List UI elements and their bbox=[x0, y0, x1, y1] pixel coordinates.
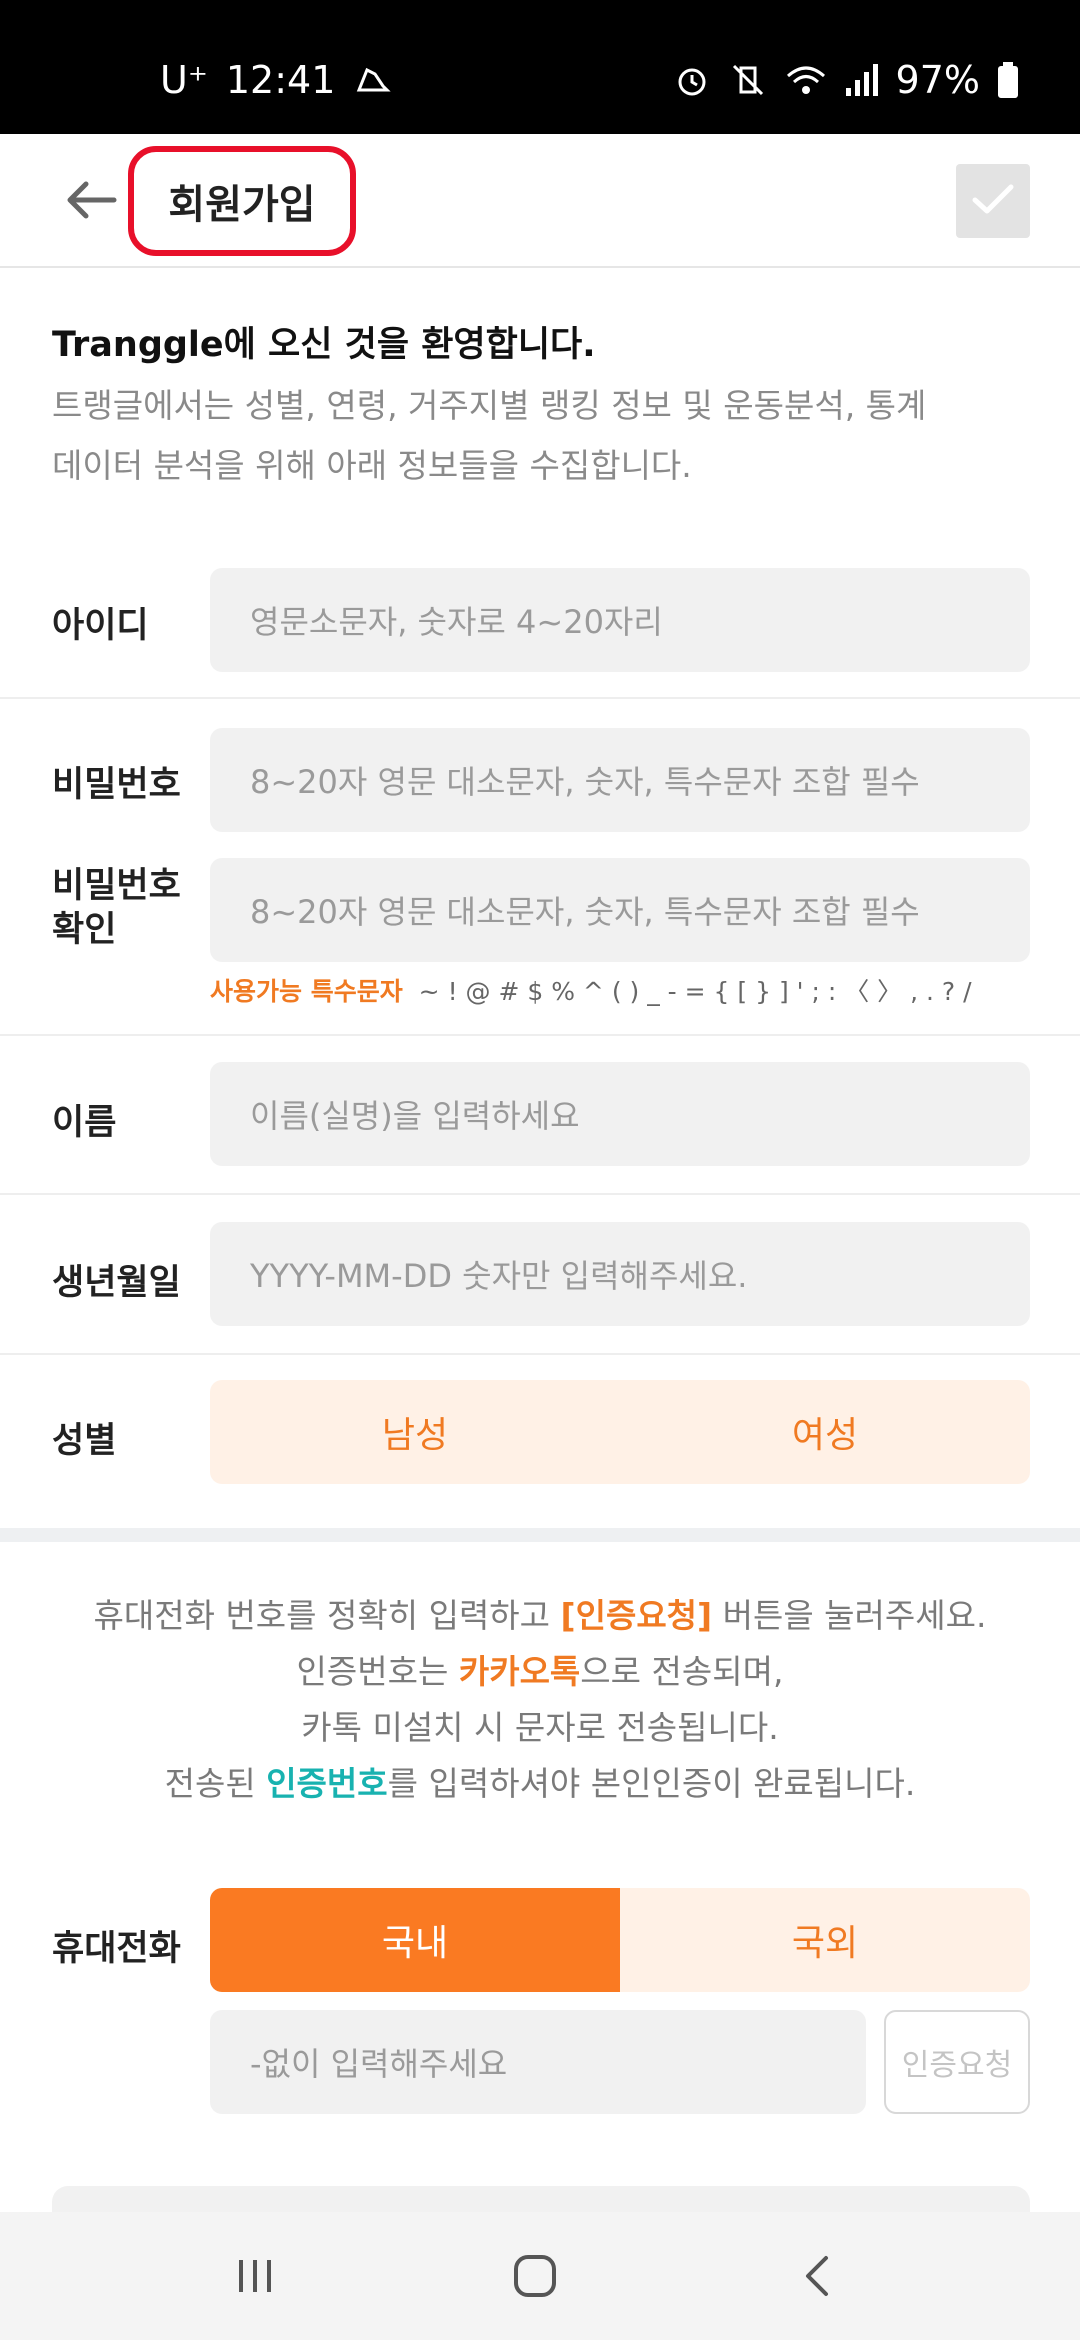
tab-domestic[interactable]: 국내 bbox=[210, 1888, 620, 1992]
intro-section: Tranggle에 오신 것을 환영합니다. 트랭글에서는 성별, 연령, 거주… bbox=[52, 322, 1042, 496]
notice-highlight: [인증요청] bbox=[560, 1596, 713, 1635]
password-confirm-label: 비밀번호 확인 bbox=[52, 864, 181, 952]
status-bar: U⁺ 12:41 97% bbox=[0, 0, 1080, 134]
password-placeholder: 8~20자 영문 대소문자, 숫자, 특수문자 조합 필수 bbox=[250, 763, 920, 801]
app-header: 회원가입 bbox=[0, 134, 1080, 268]
recent-apps-button[interactable] bbox=[210, 2238, 300, 2318]
notice-highlight: 인증번호 bbox=[266, 1764, 388, 1803]
birth-label: 생년월일 bbox=[52, 1263, 181, 1303]
special-chars-hint: 사용가능 특수문자 ~ ! @ # $ % ^ ( ) _ - = { [ } … bbox=[210, 972, 972, 1008]
status-left: U⁺ 12:41 bbox=[160, 58, 393, 102]
password-confirm-placeholder: 8~20자 영문 대소문자, 숫자, 특수문자 조합 필수 bbox=[250, 893, 920, 931]
notice-text: 버튼을 눌러주세요. bbox=[712, 1596, 987, 1635]
carrier-label: U⁺ bbox=[160, 58, 208, 102]
notice-text: 인증번호는 bbox=[296, 1652, 459, 1691]
verify-request-button[interactable]: 인증요청 bbox=[884, 2010, 1030, 2114]
password-confirm-input[interactable]: 8~20자 영문 대소문자, 숫자, 특수문자 조합 필수 bbox=[210, 858, 1030, 962]
gender-label: 성별 bbox=[52, 1421, 117, 1461]
divider bbox=[0, 1034, 1080, 1036]
divider bbox=[0, 1193, 1080, 1195]
home-icon bbox=[511, 2252, 559, 2304]
id-placeholder: 영문소문자, 숫자로 4~20자리 bbox=[250, 603, 663, 641]
home-button[interactable] bbox=[490, 2238, 580, 2318]
notice-line: 카톡 미설치 시 문자로 전송됩니다. bbox=[301, 1708, 779, 1747]
name-placeholder: 이름(실명)을 입력하세요 bbox=[250, 1097, 580, 1135]
phone-region-tabs: 국내 국외 bbox=[210, 1888, 1030, 1992]
system-back-button[interactable] bbox=[772, 2238, 862, 2318]
notice-highlight: 카카오톡 bbox=[458, 1652, 581, 1691]
page-title-highlight: 회원가입 bbox=[128, 146, 356, 256]
shoe-icon bbox=[353, 60, 393, 100]
signal-icon bbox=[844, 60, 880, 100]
gender-female-option[interactable]: 여성 bbox=[620, 1380, 1030, 1484]
vibrate-mute-icon bbox=[728, 60, 768, 100]
notice-line: 휴대전화 번호를 정확히 입력하고 [인증요청] 버튼을 눌러주세요. bbox=[0, 1588, 1080, 1644]
phone-number-input[interactable]: -없이 입력해주세요 bbox=[210, 2010, 866, 2114]
intro-description-line: 트랭글에서는 성별, 연령, 거주지별 랭킹 정보 및 운동분석, 통계 bbox=[52, 386, 927, 425]
gender-selector: 남성 여성 bbox=[210, 1380, 1030, 1484]
battery-icon bbox=[996, 60, 1020, 100]
divider bbox=[0, 697, 1080, 699]
special-chars-list: ~ ! @ # $ % ^ ( ) _ - = { [ } ] ' ; : 〈 … bbox=[418, 977, 972, 1006]
chevron-left-icon bbox=[802, 2254, 832, 2302]
special-chars-label: 사용가능 특수문자 bbox=[210, 977, 403, 1006]
notice-line: 전송된 인증번호를 입력하셔야 본인인증이 완료됩니다. bbox=[0, 1756, 1080, 1812]
arrow-left-icon bbox=[62, 178, 118, 226]
battery-percent: 97% bbox=[895, 58, 980, 102]
status-right: 97% bbox=[672, 58, 1020, 102]
verification-notice: 휴대전화 번호를 정확히 입력하고 [인증요청] 버튼을 눌러주세요. 인증번호… bbox=[0, 1588, 1080, 1812]
divider bbox=[0, 1353, 1080, 1355]
welcome-text: Tranggle에 오신 것을 환영합니다. bbox=[52, 325, 596, 365]
phone-label: 휴대전화 bbox=[52, 1929, 181, 1969]
notice-text: 휴대전화 번호를 정확히 입력하고 bbox=[93, 1596, 561, 1635]
id-label: 아이디 bbox=[52, 606, 149, 646]
check-icon bbox=[971, 182, 1015, 220]
password-confirm-label-line: 비밀번호 bbox=[52, 866, 181, 906]
intro-description: 트랭글에서는 성별, 연령, 거주지별 랭킹 정보 및 운동분석, 통계 데이터… bbox=[52, 376, 1042, 496]
wifi-icon bbox=[784, 60, 828, 100]
notice-line: 인증번호는 카카오톡으로 전송되며, bbox=[0, 1644, 1080, 1700]
confirm-button[interactable] bbox=[956, 164, 1030, 238]
section-separator bbox=[0, 1528, 1080, 1542]
back-button[interactable] bbox=[50, 164, 130, 240]
name-input[interactable]: 이름(실명)을 입력하세요 bbox=[210, 1062, 1030, 1166]
name-label: 이름 bbox=[52, 1103, 117, 1143]
tab-foreign[interactable]: 국외 bbox=[620, 1888, 1030, 1992]
id-input[interactable]: 영문소문자, 숫자로 4~20자리 bbox=[210, 568, 1030, 672]
notice-text: 전송된 bbox=[164, 1764, 267, 1803]
birth-input[interactable]: YYYY-MM-DD 숫자만 입력해주세요. bbox=[210, 1222, 1030, 1326]
alarm-icon bbox=[672, 60, 712, 100]
phone-placeholder: -없이 입력해주세요 bbox=[250, 2045, 508, 2083]
intro-description-line: 데이터 분석을 위해 아래 정보들을 수집합니다. bbox=[52, 446, 692, 485]
system-nav-bar bbox=[0, 2212, 1080, 2340]
notice-text: 으로 전송되며, bbox=[580, 1652, 784, 1691]
clock: 12:41 bbox=[225, 58, 336, 102]
password-input[interactable]: 8~20자 영문 대소문자, 숫자, 특수문자 조합 필수 bbox=[210, 728, 1030, 832]
password-confirm-label-line: 확인 bbox=[52, 910, 117, 950]
recent-apps-icon bbox=[233, 2256, 277, 2300]
page-title: 회원가입 bbox=[168, 182, 316, 228]
notice-text: 를 입력하셔야 본인인증이 완료됩니다. bbox=[387, 1764, 916, 1803]
gender-male-option[interactable]: 남성 bbox=[210, 1380, 620, 1484]
birth-placeholder: YYYY-MM-DD 숫자만 입력해주세요. bbox=[250, 1257, 748, 1295]
password-label: 비밀번호 bbox=[52, 765, 181, 805]
